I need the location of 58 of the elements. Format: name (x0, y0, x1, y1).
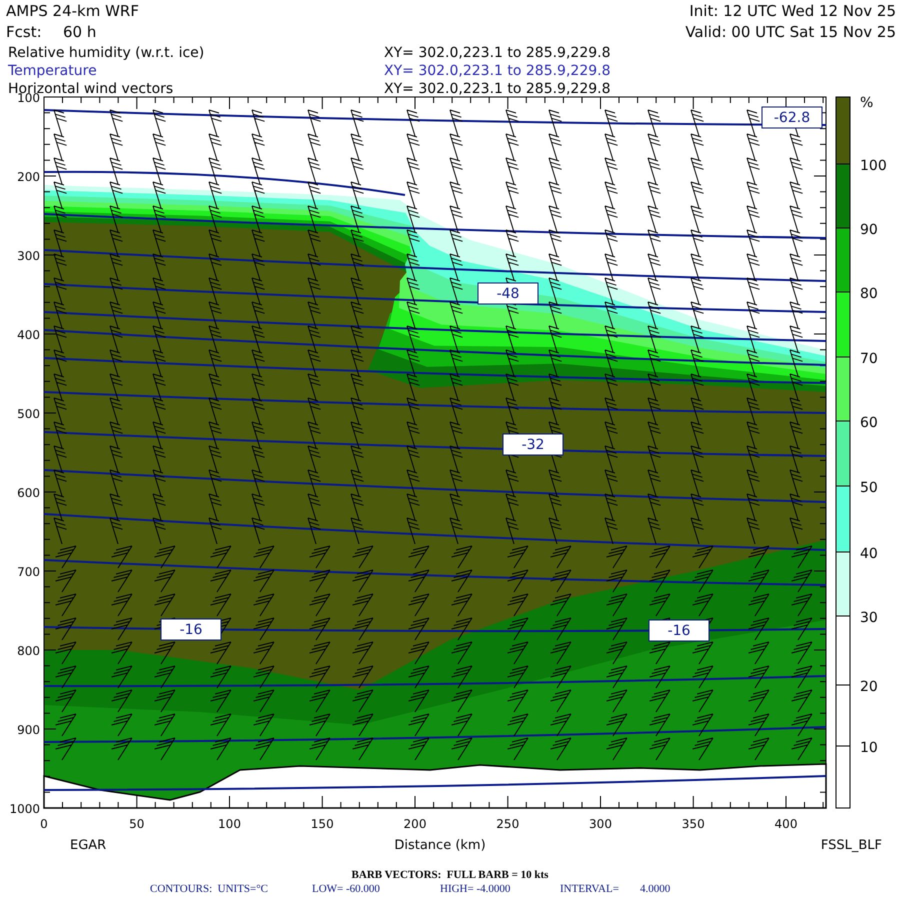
field-name: Relative humidity (w.r.t. ice) (8, 45, 204, 61)
field-range: XY= 302.0,223.1 to 285.9,229.8 (384, 81, 610, 97)
colorbar-label: 40 (860, 546, 878, 562)
pressure-tick-label: 500 (17, 407, 40, 421)
colorbar-label: 30 (860, 610, 878, 626)
contour-label: -16 (180, 622, 202, 638)
distance-tick-label: 250 (496, 817, 520, 831)
model-title: AMPS 24-km WRF (6, 2, 139, 20)
contour-label-frame (502, 434, 564, 456)
contour-label: -16 (668, 623, 690, 639)
pressure-tick-label: 1000 (9, 802, 40, 816)
end-location-label: FSSL_BLF (820, 838, 882, 853)
colorbar-label: 20 (860, 679, 878, 695)
pressure-tick-label: 600 (17, 486, 40, 500)
contour-label-frame (762, 106, 822, 128)
colorbar-label: 100 (860, 158, 887, 174)
colorbar-label: 70 (860, 351, 878, 367)
distance-tick-label: 100 (218, 817, 241, 831)
field-range: XY= 302.0,223.1 to 285.9,229.8 (384, 63, 610, 79)
colorbar-label: 60 (860, 415, 878, 431)
contour-label-frame (648, 620, 710, 642)
distance-tick-label: 350 (682, 817, 705, 831)
contour-label: -62.8 (774, 110, 810, 126)
contour-legend: 4.0000 (640, 883, 670, 895)
pressure-tick-label: 800 (17, 644, 40, 658)
colorbar-unit: % (860, 95, 874, 111)
field-name: Temperature (8, 63, 97, 79)
x-axis-title: Distance (km) (394, 838, 486, 853)
colorbar-label: 90 (860, 222, 878, 238)
contour-label-frame (160, 618, 222, 640)
pressure-tick-label: 700 (17, 565, 40, 579)
colorbar-label: 80 (860, 286, 878, 302)
forecast-hours: 60 h (63, 23, 96, 41)
colorbar-label: 10 (860, 740, 878, 756)
colorbar-label: 50 (860, 480, 878, 496)
distance-tick-label: 400 (774, 817, 798, 831)
contour-legend: INTERVAL= (560, 883, 619, 895)
pressure-tick-label: 900 (17, 723, 40, 737)
distance-tick-label: 200 (404, 817, 426, 831)
init-time: Init: 12 UTC Wed 12 Nov 25 (689, 2, 896, 20)
contour-label: -48 (496, 286, 520, 302)
field-range: XY= 302.0,223.1 to 285.9,229.8 (384, 45, 610, 61)
distance-tick-label: 150 (310, 817, 334, 831)
start-location-label: EGAR (70, 838, 106, 853)
contour-legend: HIGH= -4.0000 (440, 883, 510, 895)
distance-tick-label: 50 (129, 817, 144, 831)
contour-label-frame (478, 282, 538, 304)
distance-tick-label: 300 (589, 817, 612, 831)
contour-legend: CONTOURS: UNITS=°C (150, 883, 268, 895)
forecast-label: Fcst: (6, 23, 42, 41)
pressure-tick-label: 200 (17, 170, 40, 184)
pressure-tick-label: 300 (17, 249, 40, 263)
barb-legend: BARB VECTORS: FULL BARB = 10 kts (352, 869, 548, 881)
valid-time: Valid: 00 UTC Sat 15 Nov 25 (685, 23, 896, 41)
contour-legend: LOW= -60.000 (312, 883, 380, 895)
distance-tick-label: 0 (40, 817, 48, 831)
pressure-tick-label: 400 (17, 328, 40, 342)
contour-label: -32 (522, 437, 544, 453)
